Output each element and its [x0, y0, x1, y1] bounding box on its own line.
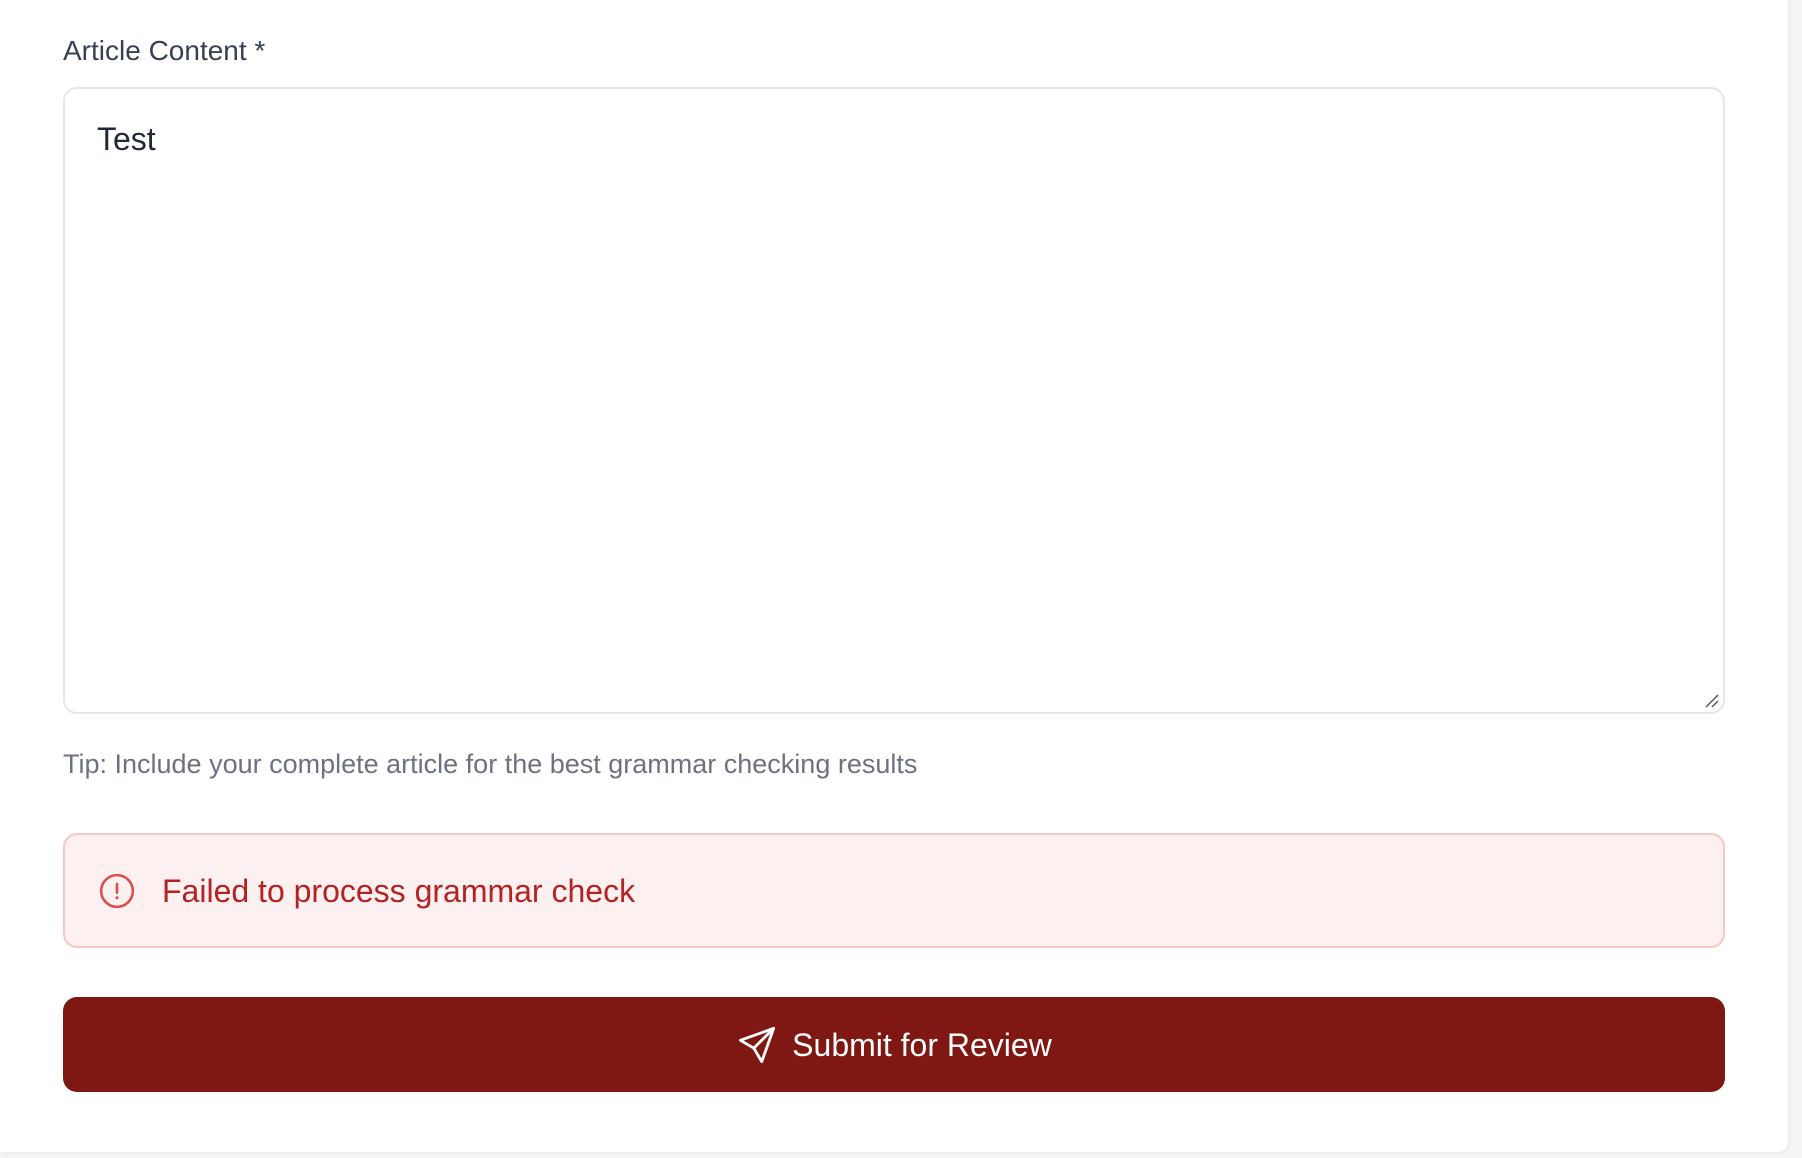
error-message: Failed to process grammar check [162, 873, 636, 909]
article-content-tip: Tip: Include your complete article for t… [63, 749, 918, 779]
alert-circle-icon [99, 873, 135, 909]
send-icon [739, 1026, 776, 1063]
error-alert: Failed to process grammar check [63, 833, 1725, 948]
submit-for-review-button[interactable]: Submit for Review [63, 997, 1725, 1092]
article-content-field-wrapper: Test [63, 87, 1725, 714]
submit-button-label: Submit for Review [792, 1026, 1052, 1063]
resize-handle-icon[interactable] [1703, 692, 1719, 708]
article-content-label: Article Content * [63, 35, 266, 66]
article-content-textarea[interactable]: Test [65, 89, 1723, 712]
article-form-card: Article Content * Test Tip: Include your… [0, 0, 1788, 1152]
